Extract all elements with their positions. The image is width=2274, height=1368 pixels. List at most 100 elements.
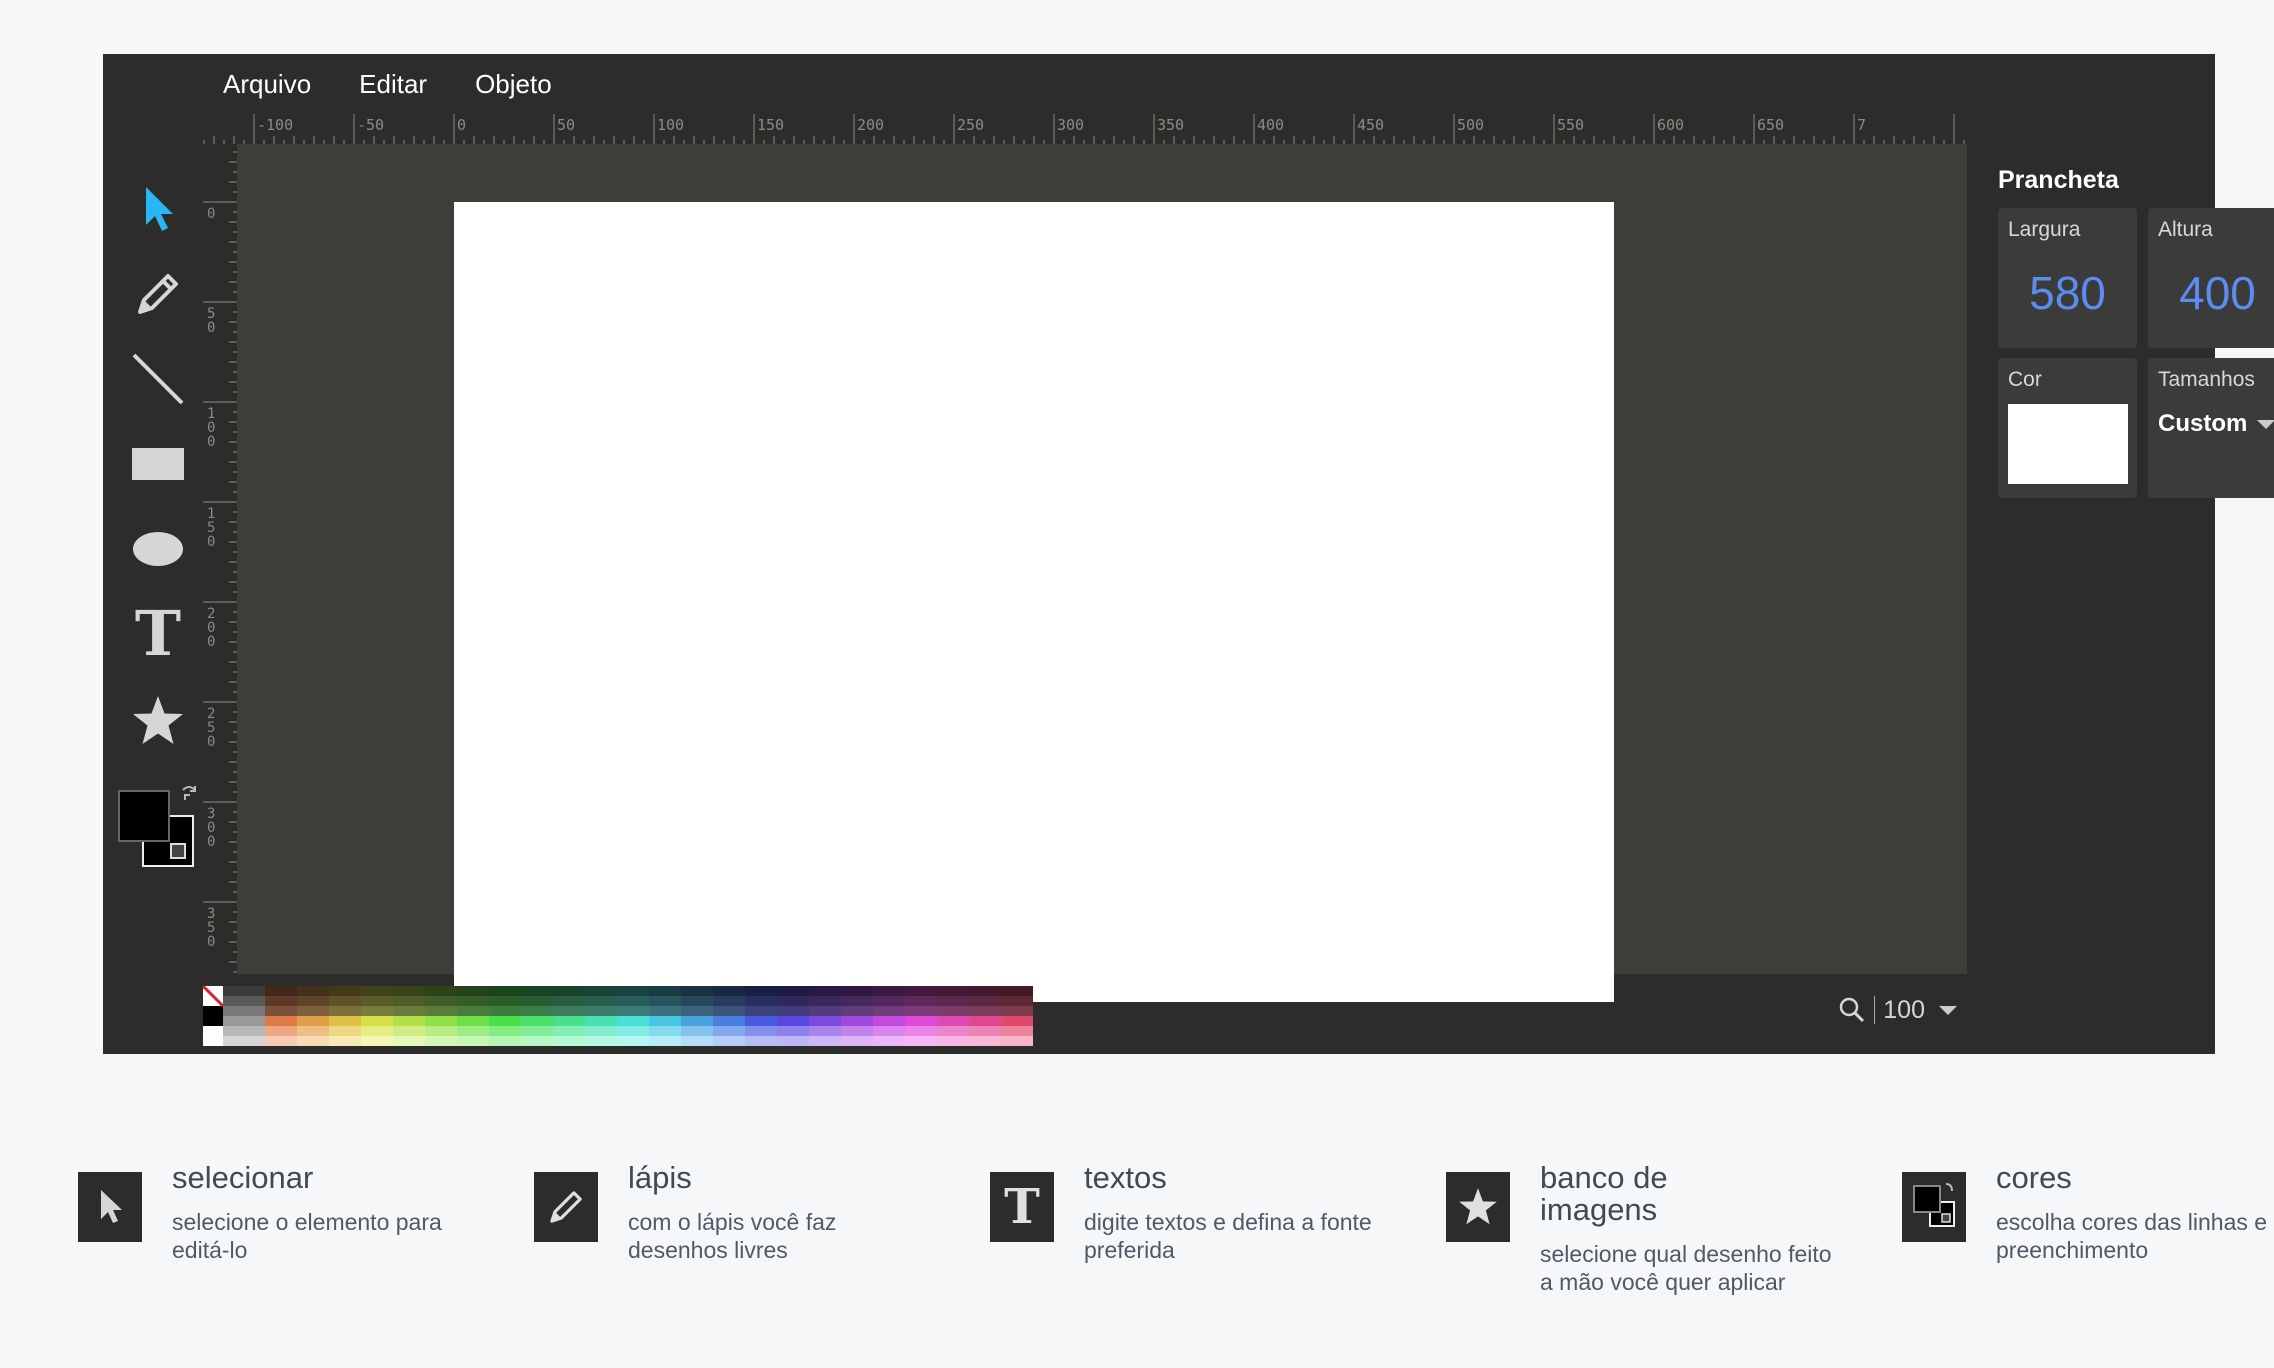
height-card[interactable]: Altura 400 — [2148, 208, 2274, 348]
foreground-color-swatch[interactable] — [118, 790, 170, 842]
palette-swatch[interactable] — [393, 1036, 426, 1046]
palette-swatch[interactable] — [393, 996, 426, 1006]
palette-swatch[interactable] — [681, 1016, 714, 1026]
palette-swatch[interactable] — [905, 1006, 938, 1016]
palette-swatch[interactable] — [1001, 1026, 1033, 1036]
width-value[interactable]: 580 — [1998, 266, 2137, 320]
palette-swatch[interactable] — [297, 986, 330, 996]
palette-swatch[interactable] — [361, 1036, 394, 1046]
palette-swatch[interactable] — [809, 1016, 842, 1026]
palette-swatch[interactable] — [905, 1016, 938, 1026]
palette-swatch[interactable] — [521, 986, 554, 996]
palette-swatch[interactable] — [937, 1006, 970, 1016]
palette-swatch[interactable] — [457, 1006, 490, 1016]
palette-swatch[interactable] — [937, 986, 970, 996]
palette-swatch[interactable] — [937, 1026, 970, 1036]
palette-swatch[interactable] — [777, 1016, 810, 1026]
palette-swatch[interactable] — [297, 1026, 330, 1036]
palette-swatch[interactable] — [223, 1036, 265, 1046]
palette-swatch[interactable] — [223, 996, 265, 1006]
palette-swatch[interactable] — [393, 986, 426, 996]
palette-swatch[interactable] — [223, 986, 265, 996]
palette-swatch[interactable] — [777, 986, 810, 996]
palette-swatch[interactable] — [361, 1026, 394, 1036]
palette-swatch[interactable] — [203, 1016, 223, 1026]
palette-swatch[interactable] — [393, 1016, 426, 1026]
palette-swatch[interactable] — [873, 986, 906, 996]
palette-swatch[interactable] — [585, 996, 618, 1006]
palette-swatch[interactable] — [361, 1006, 394, 1016]
palette-swatch[interactable] — [585, 1026, 618, 1036]
workspace[interactable] — [237, 144, 1967, 1002]
palette-swatch[interactable] — [329, 1016, 362, 1026]
palette-swatch[interactable] — [329, 1006, 362, 1016]
palette-swatch[interactable] — [489, 1016, 522, 1026]
palette-swatch[interactable] — [937, 1016, 970, 1026]
palette-swatch[interactable] — [809, 1006, 842, 1016]
color-palette[interactable] — [203, 986, 1033, 1046]
palette-swatch[interactable] — [937, 996, 970, 1006]
palette-swatch[interactable] — [841, 1006, 874, 1016]
palette-swatch[interactable] — [223, 1026, 265, 1036]
palette-swatch[interactable] — [745, 996, 778, 1006]
palette-swatch[interactable] — [713, 996, 746, 1006]
palette-swatch[interactable] — [1001, 1036, 1033, 1046]
palette-swatch[interactable] — [649, 1006, 682, 1016]
palette-swatch[interactable] — [1001, 996, 1033, 1006]
palette-swatch[interactable] — [457, 1016, 490, 1026]
palette-swatch[interactable] — [841, 1016, 874, 1026]
palette-swatch[interactable] — [585, 1016, 618, 1026]
palette-swatch[interactable] — [425, 986, 458, 996]
palette-swatch[interactable] — [905, 996, 938, 1006]
palette-swatch[interactable] — [649, 1016, 682, 1026]
palette-swatch[interactable] — [265, 986, 298, 996]
palette-swatch[interactable] — [553, 1016, 586, 1026]
palette-swatch[interactable] — [203, 1026, 223, 1036]
palette-swatch[interactable] — [969, 996, 1002, 1006]
palette-swatch[interactable] — [329, 986, 362, 996]
palette-swatch[interactable] — [809, 1036, 842, 1046]
palette-swatch[interactable] — [745, 1036, 778, 1046]
palette-swatch[interactable] — [649, 1026, 682, 1036]
palette-swatch[interactable] — [329, 996, 362, 1006]
palette-swatch[interactable] — [681, 996, 714, 1006]
menu-arquivo[interactable]: Arquivo — [223, 69, 311, 100]
chevron-down-icon[interactable] — [1939, 1005, 1957, 1015]
palette-swatch[interactable] — [777, 1026, 810, 1036]
palette-swatch[interactable] — [297, 996, 330, 1006]
palette-swatch[interactable] — [393, 1006, 426, 1016]
palette-swatch[interactable] — [905, 1036, 938, 1046]
palette-swatch[interactable] — [425, 1026, 458, 1036]
palette-swatch[interactable] — [681, 1026, 714, 1036]
palette-swatch[interactable] — [425, 1006, 458, 1016]
palette-swatch[interactable] — [617, 1016, 650, 1026]
palette-swatch[interactable] — [489, 1026, 522, 1036]
palette-swatch[interactable] — [617, 1036, 650, 1046]
palette-swatch[interactable] — [223, 1016, 265, 1026]
palette-swatch[interactable] — [457, 1036, 490, 1046]
palette-swatch[interactable] — [521, 1006, 554, 1016]
palette-swatch[interactable] — [521, 1016, 554, 1026]
palette-swatch[interactable] — [777, 1036, 810, 1046]
palette-swatch[interactable] — [265, 1006, 298, 1016]
height-value[interactable]: 400 — [2148, 266, 2274, 320]
palette-swatch[interactable] — [265, 1036, 298, 1046]
palette-swatch[interactable] — [489, 1036, 522, 1046]
palette-swatch[interactable] — [425, 1016, 458, 1026]
palette-swatch[interactable] — [681, 986, 714, 996]
palette-swatch[interactable] — [329, 1026, 362, 1036]
sizes-select[interactable]: Custom — [2158, 410, 2274, 438]
palette-swatch[interactable] — [553, 1026, 586, 1036]
palette-swatch[interactable] — [713, 1036, 746, 1046]
palette-swatch[interactable] — [521, 1036, 554, 1046]
palette-swatch[interactable] — [361, 996, 394, 1006]
palette-swatch[interactable] — [713, 1006, 746, 1016]
palette-swatch[interactable] — [1001, 1006, 1033, 1016]
palette-swatch[interactable] — [203, 1006, 223, 1016]
palette-swatch[interactable] — [745, 1026, 778, 1036]
palette-swatch[interactable] — [1001, 1016, 1033, 1026]
zoom-control[interactable]: 100 — [1838, 990, 1957, 1030]
palette-swatch[interactable] — [681, 1036, 714, 1046]
palette-swatch[interactable] — [649, 996, 682, 1006]
palette-swatch[interactable] — [841, 986, 874, 996]
